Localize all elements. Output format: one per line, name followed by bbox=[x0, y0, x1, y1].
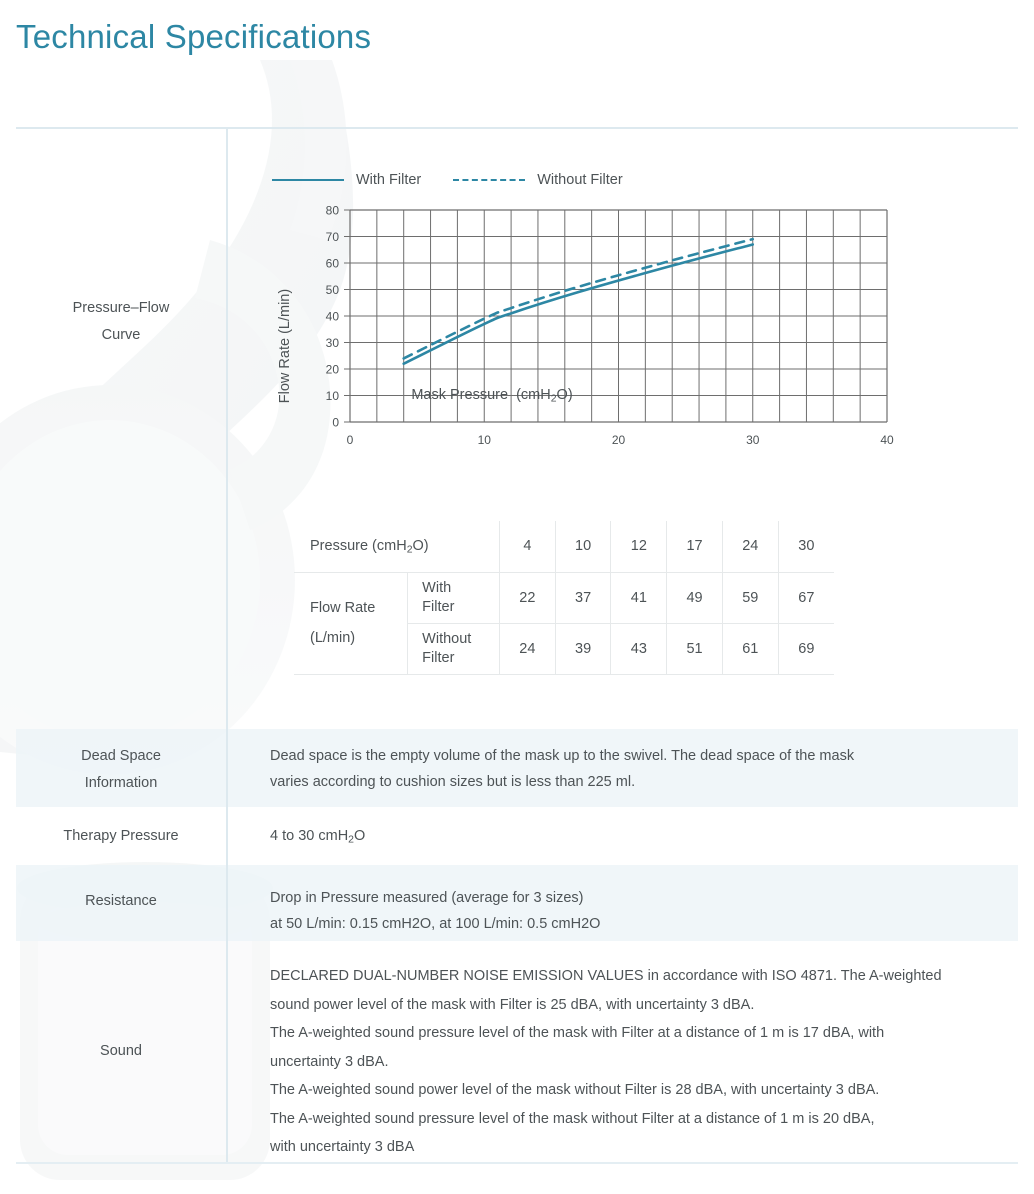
sound-label: Sound bbox=[100, 1043, 142, 1059]
table-sublabel-with-filter: With Filter bbox=[407, 571, 500, 624]
pressure-flow-curve-label-line1: Pressure–Flow bbox=[72, 300, 170, 316]
sound-body-line3: The A-weighted sound pressure level of t… bbox=[270, 1025, 885, 1041]
therapy-pressure-label: Therapy Pressure bbox=[63, 828, 179, 844]
cell-pressure-0: 4 bbox=[498, 521, 556, 573]
pressure-flow-curve-row: Pressure–Flow Curve With Filter Without … bbox=[16, 129, 1018, 519]
without-filter-line1: Without bbox=[422, 630, 472, 647]
cell-with-filter-4: 59 bbox=[721, 571, 779, 624]
cell-without-filter-5: 69 bbox=[777, 622, 834, 675]
cell-with-filter-1: 37 bbox=[554, 571, 612, 624]
pressure-flow-chart: 0 10 20 30 40 50 60 70 80 0 10 20 30 40 Flow Rate (L/… bbox=[266, 204, 966, 504]
column-divider bbox=[226, 129, 228, 1162]
svg-text:30: 30 bbox=[326, 336, 340, 350]
chart-canvas: 010203040506070800 10 20 30 40 bbox=[326, 204, 894, 448]
resistance-label: Resistance bbox=[85, 893, 157, 909]
dashed-line-icon bbox=[453, 179, 526, 181]
sound-body-line7: with uncertainty 3 dBA bbox=[270, 1139, 415, 1155]
sound-row: Sound DECLARED DUAL-NUMBER NOISE EMISSIO… bbox=[16, 941, 1018, 1162]
legend-item-with-filter: With Filter bbox=[272, 172, 421, 188]
sound-body-line6: The A-weighted sound pressure level of t… bbox=[270, 1110, 875, 1127]
dead-space-label: Dead Space Information bbox=[16, 743, 226, 797]
sound-body-line1: DECLARED DUAL-NUMBER NOISE EMISSION VALU… bbox=[270, 968, 942, 984]
flow-rate-label-line2: (L/min) bbox=[310, 630, 356, 646]
cell-without-filter-1: 39 bbox=[554, 622, 612, 675]
svg-text:80: 80 bbox=[326, 204, 340, 218]
cell-without-filter-3: 51 bbox=[666, 622, 723, 675]
header-divider bbox=[16, 127, 1018, 129]
table-sublabel-without-filter: Without Filter bbox=[407, 622, 500, 675]
resistance-body: Drop in Pressure measured (average for 3… bbox=[270, 885, 1010, 937]
pressure-flow-curve-label: Pressure–Flow Curve bbox=[16, 295, 226, 349]
with-filter-line1: With bbox=[422, 579, 452, 596]
svg-text:0: 0 bbox=[332, 416, 339, 430]
legend-item-without-filter: Without Filter bbox=[453, 172, 623, 188]
svg-text:20: 20 bbox=[326, 363, 340, 377]
dead-space-label-line1: Dead Space bbox=[81, 748, 161, 764]
pressure-flow-curve-label-line2: Curve bbox=[101, 327, 141, 343]
pressure-flow-data-table: Pressure (cmH2O) 4 10 12 17 24 30 Flow R… bbox=[294, 521, 834, 675]
svg-text:40: 40 bbox=[326, 310, 340, 324]
cell-with-filter-2: 41 bbox=[610, 571, 668, 624]
chart-legend: With Filter Without Filter bbox=[272, 172, 623, 188]
footer-divider bbox=[16, 1162, 1018, 1164]
svg-text:0: 0 bbox=[347, 433, 354, 447]
table-row-pressure: Pressure (cmH2O) 4 10 12 17 24 30 bbox=[294, 521, 834, 573]
sound-body-line5: The A-weighted sound power level of the … bbox=[270, 1082, 880, 1098]
svg-text:60: 60 bbox=[326, 257, 340, 271]
cell-without-filter-2: 43 bbox=[610, 622, 668, 675]
svg-text:20: 20 bbox=[612, 433, 626, 447]
therapy-pressure-body: 4 to 30 cmH2O bbox=[270, 828, 366, 846]
resistance-body-line1: Drop in Pressure measured (average for 3… bbox=[270, 890, 584, 906]
page-title: Technical Specifications bbox=[16, 18, 372, 55]
svg-text:50: 50 bbox=[326, 283, 340, 297]
cell-without-filter-4: 61 bbox=[721, 622, 779, 675]
without-filter-line2: Filter bbox=[422, 649, 455, 666]
therapy-pressure-row: Therapy Pressure 4 to 30 cmH2O bbox=[16, 807, 1018, 865]
legend-label-without-filter: Without Filter bbox=[537, 172, 623, 188]
dead-space-body-line2: varies according to cushion sizes but is… bbox=[270, 774, 636, 790]
cell-pressure-3: 17 bbox=[666, 521, 723, 573]
flow-rate-label-line1: Flow Rate bbox=[310, 600, 376, 616]
cell-with-filter-5: 67 bbox=[777, 571, 834, 624]
cell-without-filter-0: 24 bbox=[498, 622, 556, 675]
svg-text:70: 70 bbox=[326, 230, 340, 244]
sound-body: DECLARED DUAL-NUMBER NOISE EMISSION VALU… bbox=[270, 962, 1010, 1162]
sound-body-line2: sound power level of the mask with Filte… bbox=[270, 996, 755, 1013]
cell-with-filter-3: 49 bbox=[666, 571, 723, 624]
dead-space-row: Dead Space Information Dead space is the… bbox=[16, 729, 1018, 807]
cell-pressure-4: 24 bbox=[721, 521, 779, 573]
with-filter-line2: Filter bbox=[422, 598, 455, 615]
cell-pressure-2: 12 bbox=[610, 521, 668, 573]
svg-text:30: 30 bbox=[746, 433, 760, 447]
dead-space-body-line1: Dead space is the empty volume of the ma… bbox=[270, 748, 855, 764]
cell-pressure-5: 30 bbox=[777, 521, 834, 573]
svg-text:10: 10 bbox=[478, 433, 492, 447]
dead-space-label-line2: Information bbox=[84, 775, 158, 791]
cell-with-filter-0: 22 bbox=[498, 571, 556, 624]
resistance-body-line2: at 50 L/min: 0.15 cmH2O, at 100 L/min: 0… bbox=[270, 916, 601, 932]
solid-line-icon bbox=[272, 179, 344, 181]
table-header-pressure: Pressure (cmH2O) bbox=[294, 521, 500, 573]
resistance-row: Resistance Drop in Pressure measured (av… bbox=[16, 865, 1018, 941]
chart-x-axis-title: Mask Pressure (cmH2O) bbox=[411, 387, 573, 405]
technical-specifications-page: Technical Specifications Pressure–Flow C… bbox=[0, 0, 1034, 1194]
table-rowhead-flow-rate: Flow Rate (L/min) bbox=[294, 571, 409, 675]
cell-pressure-1: 10 bbox=[554, 521, 612, 573]
sound-body-line4: uncertainty 3 dBA. bbox=[270, 1053, 389, 1070]
dead-space-body: Dead space is the empty volume of the ma… bbox=[270, 743, 1010, 795]
svg-text:40: 40 bbox=[880, 433, 894, 447]
table-row-with-filter: Flow Rate (L/min) With Filter 22 37 41 4… bbox=[294, 571, 834, 675]
legend-label-with-filter: With Filter bbox=[356, 172, 422, 188]
